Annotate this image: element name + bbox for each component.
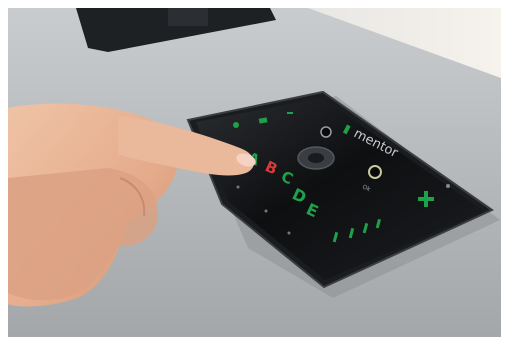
ok-button[interactable] [368,165,382,179]
top-key-1[interactable] [233,122,239,128]
photo-scene: Ok mentor A B C D E [8,8,501,337]
joystick-center [308,153,324,163]
monitor-stand [168,8,208,26]
top-key-3[interactable] [287,112,293,114]
photo-illustration: Ok mentor A B C D E [8,8,501,337]
screw [236,185,240,189]
screw [287,231,291,235]
screw [446,184,450,188]
screw [264,209,268,213]
top-button[interactable] [320,126,332,138]
